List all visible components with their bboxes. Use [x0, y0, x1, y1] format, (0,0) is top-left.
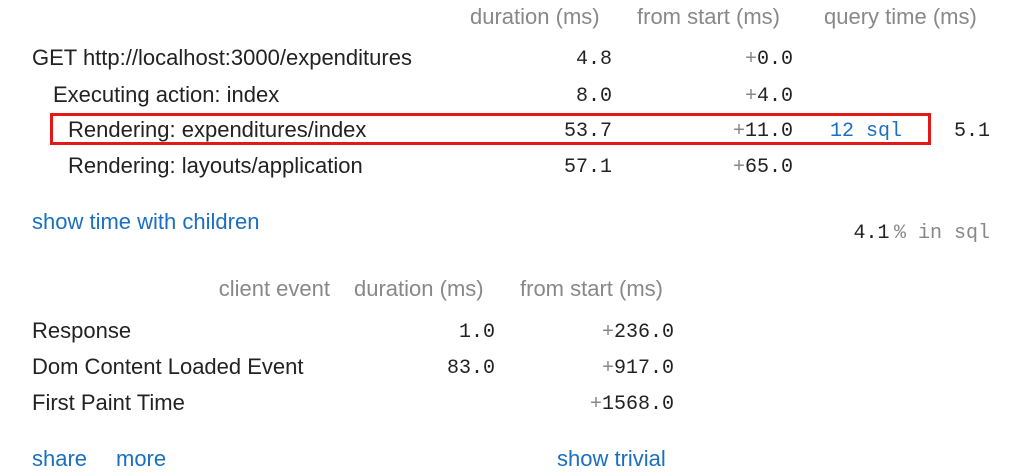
header-client-from-start: from start (ms) [520, 276, 663, 301]
client-row-from-start-value: 917.0 [613, 357, 674, 380]
timing-row-from-start: +4.0 [700, 85, 793, 108]
timing-row-from-start-value: 0.0 [756, 48, 793, 71]
plus-sign: + [589, 393, 602, 416]
plus-sign: + [732, 120, 745, 143]
plus-sign: + [601, 357, 614, 380]
header-client-duration: duration (ms) [354, 276, 484, 301]
client-row-from-start-value: 236.0 [613, 321, 674, 344]
plus-sign: + [601, 321, 614, 344]
plus-sign: + [744, 48, 757, 71]
plus-sign: + [732, 156, 745, 179]
timing-row-from-start-value: 4.0 [756, 85, 793, 108]
timing-row-label: Rendering: layouts/application [68, 153, 363, 178]
sql-queries-link[interactable]: 12 sql [830, 120, 902, 143]
more-link[interactable]: more [116, 446, 166, 472]
timing-row-duration: 53.7 [563, 120, 612, 143]
sql-percentage-text: % in sql [893, 222, 990, 245]
client-row-label: Response [32, 318, 132, 343]
timing-row-label: Rendering: expenditures/index [68, 117, 367, 142]
header-duration: duration (ms) [470, 4, 600, 29]
timing-row-label: Executing action: index [53, 82, 280, 107]
client-row-from-start: +236.0 [560, 321, 674, 344]
timing-row-from-start: +0.0 [700, 48, 793, 71]
client-row-label: First Paint Time [32, 390, 185, 415]
timing-row-duration: 57.1 [563, 156, 612, 179]
share-link[interactable]: share [32, 446, 87, 472]
timing-row-label: GET http://localhost:3000/expenditures [32, 45, 412, 70]
show-trivial-link[interactable]: show trivial [557, 446, 666, 472]
timing-row-duration: 8.0 [575, 85, 612, 108]
timing-row-from-start-value: 65.0 [744, 156, 793, 179]
client-row-from-start-value: 1568.0 [601, 393, 674, 416]
client-row-from-start: +1568.0 [560, 393, 674, 416]
client-row-label: Dom Content Loaded Event [32, 354, 304, 379]
client-row-duration: 1.0 [458, 321, 495, 344]
timing-row-duration: 4.8 [575, 48, 612, 71]
client-row-from-start: +917.0 [560, 357, 674, 380]
sql-percentage-summary: 4.1 % in sql [854, 222, 990, 245]
plus-sign: + [744, 85, 757, 108]
timing-row-from-start: +65.0 [700, 156, 793, 179]
timing-row-from-start: +11.0 [700, 120, 793, 143]
query-time-value: 5.1 [953, 120, 990, 143]
header-from-start: from start (ms) [637, 4, 780, 29]
sql-percentage-value: 4.1 [853, 222, 890, 245]
client-row-duration: 83.0 [446, 357, 495, 380]
show-time-with-children-link[interactable]: show time with children [32, 209, 259, 235]
timing-row-from-start-value: 11.0 [744, 120, 793, 143]
header-client-event: client event [218, 276, 330, 301]
header-query-time: query time (ms) [824, 4, 977, 29]
